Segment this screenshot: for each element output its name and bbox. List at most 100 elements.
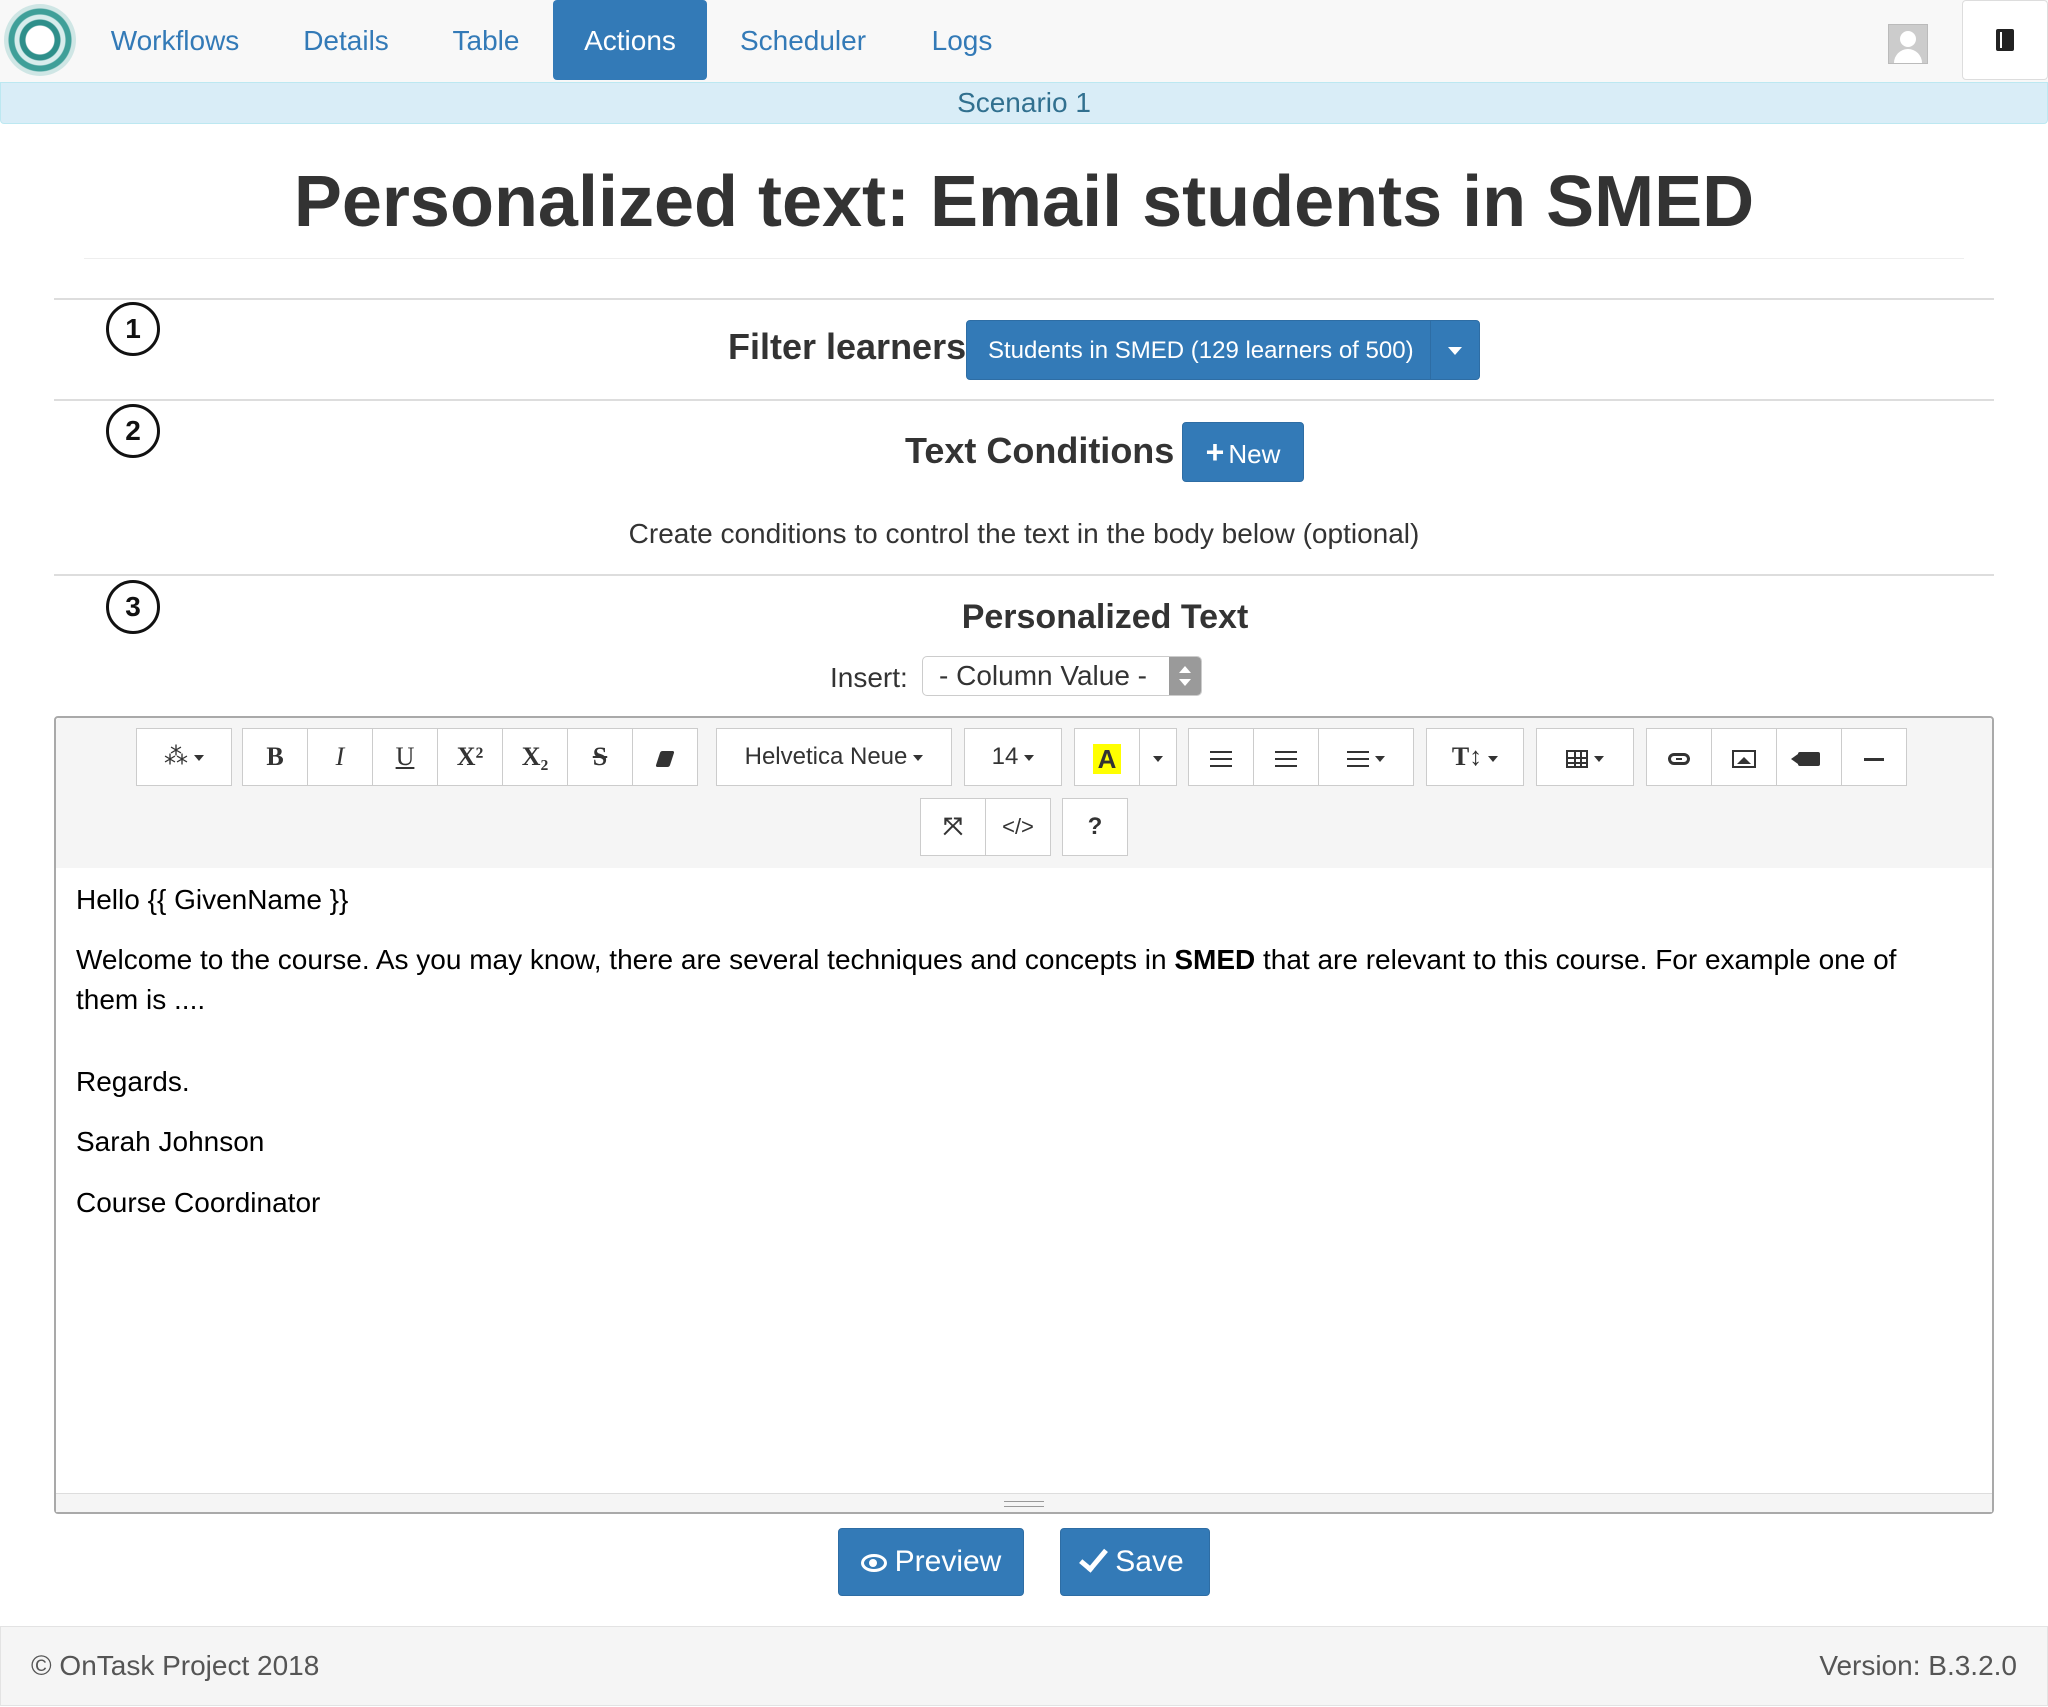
- footer-version: Version: B.3.2.0: [1819, 1650, 2017, 1681]
- section-divider-1: [54, 298, 1994, 300]
- signature-name: Sarah Johnson: [76, 1126, 265, 1157]
- magic-wand-icon: ⁂: [164, 743, 188, 770]
- font-size-dropdown[interactable]: 14: [964, 728, 1062, 786]
- section-divider-2: [54, 399, 1994, 401]
- title-divider: [84, 258, 1964, 259]
- font-name: Helvetica Neue: [744, 743, 908, 770]
- filter-dropdown-button[interactable]: Students in SMED (129 learners of 500): [966, 320, 1480, 380]
- nav-actions[interactable]: Actions: [553, 0, 707, 80]
- check-icon: [1079, 1541, 1109, 1573]
- avatar-body: [1894, 49, 1922, 63]
- personalized-text-label: Personalized Text: [961, 598, 1249, 636]
- conditions-help-text: Create conditions to control the text in…: [628, 518, 1420, 549]
- code-view-button[interactable]: </>: [985, 798, 1051, 856]
- strikethrough-button[interactable]: S: [567, 728, 633, 786]
- subscript-button[interactable]: X₂: [502, 728, 568, 786]
- footer-copyright: © OnTask Project 2018: [31, 1650, 320, 1681]
- text-color-button[interactable]: A: [1074, 728, 1140, 786]
- greeting-line: Hello {{ GivenName }}: [76, 884, 349, 915]
- text-conditions-label: Text Conditions: [905, 430, 1175, 471]
- bold-button[interactable]: B: [242, 728, 308, 786]
- insert-label: Insert:: [830, 662, 908, 693]
- step-1-badge: 1: [106, 302, 160, 356]
- insert-video-button[interactable]: [1776, 728, 1842, 786]
- insert-column-select[interactable]: - Column Value -: [922, 656, 1202, 696]
- nav-details[interactable]: Details: [280, 0, 412, 80]
- paragraph-align-dropdown[interactable]: [1318, 728, 1414, 786]
- italic-button[interactable]: I: [307, 728, 373, 786]
- save-button[interactable]: Save: [1060, 1528, 1210, 1596]
- plus-icon: +: [1205, 434, 1225, 470]
- image-icon: [1732, 750, 1756, 769]
- chevron-down-icon: [1488, 756, 1499, 763]
- eye-icon: [860, 1554, 887, 1573]
- chevron-down-icon: [194, 754, 204, 761]
- chevron-down-icon: [1024, 754, 1035, 761]
- page-title: Personalized text: Email students in SME…: [293, 162, 1755, 242]
- rich-text-editor: ⁂ B I U X² X₂ S Helvetica Neue 14 A T↕ ⤧…: [54, 716, 1994, 1514]
- bulleted-list-button[interactable]: [1188, 728, 1254, 786]
- text-color-icon: A: [1093, 744, 1121, 775]
- clear-format-button[interactable]: [632, 728, 698, 786]
- new-condition-button[interactable]: + New: [1182, 422, 1304, 482]
- table-dropdown[interactable]: [1536, 728, 1634, 786]
- line-height-dropdown[interactable]: T↕: [1426, 728, 1524, 786]
- align-left-icon: [1347, 751, 1369, 768]
- text-height-icon: T↕: [1451, 742, 1483, 771]
- nav-scheduler[interactable]: Scheduler: [720, 0, 886, 80]
- editor-resize-handle[interactable]: [56, 1493, 1992, 1512]
- expand-icon: ⤧: [943, 813, 963, 840]
- scenario-bar: Scenario 1: [0, 82, 2048, 124]
- numbered-list-button[interactable]: [1253, 728, 1319, 786]
- editor-content[interactable]: Hello {{ GivenName }} Welcome to the cou…: [56, 868, 1992, 1494]
- preview-label: Preview: [894, 1545, 1002, 1578]
- ontask-logo[interactable]: [4, 4, 76, 76]
- editor-help-button[interactable]: ?: [1062, 798, 1128, 856]
- insert-select-value: - Column Value -: [939, 660, 1148, 691]
- eraser-icon: [655, 751, 675, 768]
- section-divider-3: [54, 574, 1994, 576]
- ordered-list-icon: [1275, 751, 1297, 768]
- nav-logs[interactable]: Logs: [906, 0, 1018, 80]
- style-button[interactable]: ⁂: [136, 728, 232, 786]
- link-icon: [1668, 753, 1690, 766]
- save-label: Save: [1115, 1545, 1184, 1578]
- font-family-dropdown[interactable]: Helvetica Neue: [716, 728, 952, 786]
- insert-image-button[interactable]: [1711, 728, 1777, 786]
- top-navbar: Workflows Details Table Actions Schedule…: [0, 0, 2048, 83]
- para-text-before: Welcome to the course. As you may know, …: [76, 944, 1175, 975]
- color-dropdown[interactable]: [1139, 728, 1177, 786]
- new-button-label: New: [1228, 439, 1281, 469]
- underline-button[interactable]: U: [372, 728, 438, 786]
- superscript-button[interactable]: X²: [437, 728, 503, 786]
- horizontal-rule-icon: [1864, 757, 1884, 761]
- step-2-badge: 2: [106, 404, 160, 458]
- filter-toggle[interactable]: [1430, 321, 1479, 379]
- insert-link-button[interactable]: [1646, 728, 1712, 786]
- video-icon: [1791, 752, 1820, 767]
- chevron-down-icon: [1448, 347, 1462, 355]
- para-bold-text: SMED: [1174, 944, 1256, 975]
- font-size-value: 14: [991, 743, 1019, 770]
- nav-table[interactable]: Table: [428, 0, 544, 80]
- welcome-paragraph: Welcome to the course. As you may know, …: [76, 940, 1966, 1020]
- user-avatar-icon[interactable]: [1888, 24, 1928, 64]
- horizontal-rule-button[interactable]: [1841, 728, 1907, 786]
- signature-role: Course Coordinator: [76, 1187, 321, 1218]
- grip-icon: [1004, 1501, 1044, 1507]
- unordered-list-icon: [1210, 751, 1232, 768]
- select-arrows-icon: [1169, 657, 1201, 695]
- chevron-down-icon: [1153, 756, 1163, 763]
- chevron-down-icon: [1375, 756, 1385, 763]
- book-icon: [1996, 29, 2014, 51]
- filter-button-label: Students in SMED (129 learners of 500): [988, 337, 1414, 364]
- avatar-head: [1900, 31, 1916, 47]
- help-button[interactable]: [1962, 0, 2048, 80]
- regards-line: Regards.: [76, 1066, 190, 1097]
- chevron-down-icon: [1594, 756, 1604, 763]
- fullscreen-button[interactable]: ⤧: [920, 798, 986, 856]
- editor-toolbar: ⁂ B I U X² X₂ S Helvetica Neue 14 A T↕ ⤧…: [56, 718, 1992, 869]
- table-icon: [1566, 750, 1588, 769]
- preview-button[interactable]: Preview: [838, 1528, 1024, 1596]
- nav-workflows[interactable]: Workflows: [90, 0, 260, 80]
